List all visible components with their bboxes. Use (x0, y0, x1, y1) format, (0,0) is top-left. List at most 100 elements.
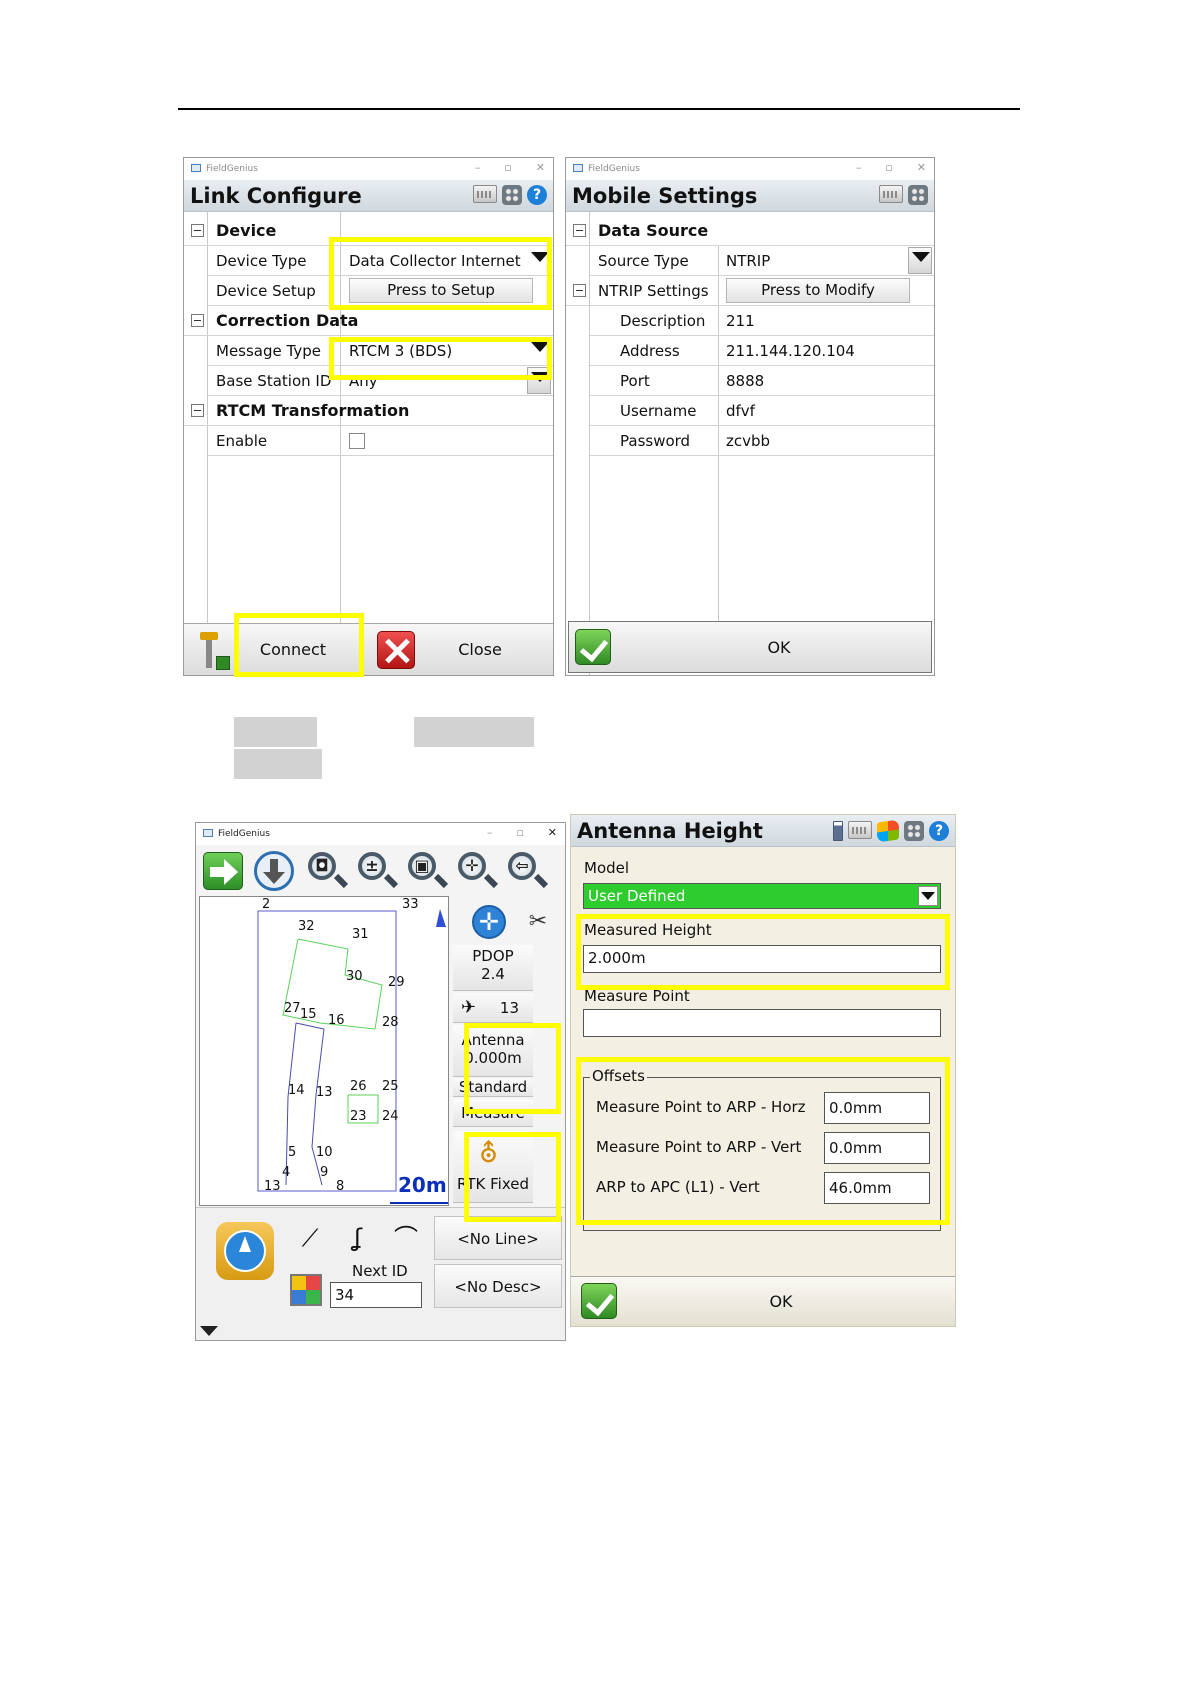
menu-triangle-icon[interactable] (200, 1326, 218, 1336)
exit-arrow-icon[interactable] (203, 852, 243, 890)
curve-tool-icon[interactable]: ʆ (336, 1218, 380, 1258)
section-rtcm[interactable]: RTCM Transformation (184, 396, 553, 426)
zoom-window-icon[interactable]: ▣ (404, 849, 450, 895)
press-to-modify-button[interactable]: Press to Modify (726, 278, 910, 303)
point-label[interactable]: 16 (328, 1013, 345, 1028)
username-value[interactable]: dfvf (726, 396, 755, 426)
maximize-icon[interactable]: ▫ (516, 826, 523, 839)
satellite-icon: ✈ (461, 997, 477, 1018)
app-icon (203, 829, 213, 837)
dropdown-arrow-icon[interactable] (921, 892, 935, 900)
close-button[interactable]: Close (420, 624, 540, 675)
point-label[interactable]: 2 (262, 897, 270, 912)
satellites-button[interactable]: ✈ 13 (453, 993, 533, 1023)
redacted-block (234, 749, 322, 779)
point-label[interactable]: 30 (346, 969, 363, 984)
point-label[interactable]: 9 (320, 1165, 328, 1180)
port-value[interactable]: 8888 (726, 366, 764, 396)
collapse-icon[interactable] (573, 284, 586, 297)
apps-grid-icon[interactable] (502, 185, 522, 205)
apps-grid-icon[interactable] (908, 185, 928, 205)
ok-button[interactable]: OK (631, 1277, 931, 1326)
zoom-in-out-icon[interactable]: ± (354, 849, 400, 895)
maximize-icon[interactable]: ▫ (885, 161, 892, 174)
point-label[interactable]: 29 (388, 975, 405, 990)
ok-button[interactable]: OK (629, 622, 929, 674)
point-label[interactable]: 23 (350, 1109, 367, 1124)
line-tool-icon[interactable]: ⟋ (288, 1218, 332, 1258)
point-label[interactable]: 13 (264, 1179, 281, 1194)
minimize-icon[interactable]: – (487, 826, 493, 839)
point-label[interactable]: 25 (382, 1079, 399, 1094)
app-icon (191, 164, 201, 172)
layers-icon[interactable] (290, 1274, 322, 1306)
gps-target-icon[interactable]: ✛ (472, 905, 506, 939)
section-correction[interactable]: Correction Data (184, 306, 553, 336)
ok-check-icon[interactable] (575, 629, 611, 665)
point-label[interactable]: 5 (288, 1145, 296, 1160)
enable-checkbox[interactable] (349, 433, 365, 449)
compass-icon[interactable] (216, 1222, 274, 1280)
help-icon[interactable]: ? (929, 821, 949, 841)
point-label[interactable]: 27 (284, 1001, 301, 1016)
window-app-name: FieldGenius (206, 164, 258, 174)
tools-icon[interactable]: ✂ (520, 905, 556, 941)
window-app-name: FieldGenius (588, 164, 640, 174)
collapse-icon[interactable] (191, 404, 204, 417)
pdop-button[interactable]: PDOP 2.4 (453, 945, 533, 991)
next-id-input[interactable]: 34 (330, 1282, 422, 1308)
measure-point-select[interactable] (583, 1009, 941, 1037)
point-label[interactable]: 13 (316, 1085, 333, 1100)
point-label[interactable]: 32 (298, 919, 315, 934)
point-label[interactable]: 33 (402, 897, 419, 912)
keyboard-icon[interactable] (879, 185, 903, 203)
window-titlebar: FieldGenius – ▫ ✕ (196, 823, 565, 845)
model-select[interactable]: User Defined (583, 883, 941, 909)
collapse-icon[interactable] (191, 314, 204, 327)
help-icon[interactable]: ? (527, 185, 547, 205)
next-id-label: Next ID (352, 1262, 408, 1280)
close-x-icon[interactable] (377, 631, 415, 669)
keyboard-icon[interactable] (848, 821, 872, 839)
password-value[interactable]: zcvbb (726, 426, 770, 456)
maximize-icon[interactable]: ▫ (504, 161, 511, 174)
address-value[interactable]: 211.144.120.104 (726, 336, 855, 366)
point-label[interactable]: 15 (300, 1007, 317, 1022)
point-label[interactable]: 10 (316, 1145, 333, 1160)
no-desc-button[interactable]: <No Desc> (434, 1264, 562, 1308)
close-icon[interactable]: ✕ (548, 826, 557, 839)
apps-grid-icon[interactable] (904, 821, 924, 841)
no-line-button[interactable]: <No Line> (434, 1216, 562, 1260)
close-icon[interactable]: ✕ (536, 161, 545, 174)
minimize-icon[interactable]: – (475, 161, 481, 174)
ok-check-icon[interactable] (581, 1283, 617, 1319)
point-label[interactable]: 31 (352, 927, 369, 942)
collapse-icon[interactable] (573, 224, 586, 237)
point-label[interactable]: 14 (288, 1083, 305, 1098)
collapse-icon[interactable] (191, 224, 204, 237)
redacted-block (234, 717, 317, 747)
point-label[interactable]: 4 (282, 1165, 290, 1180)
section-data-source[interactable]: Data Source (566, 216, 934, 246)
download-arrow-icon[interactable] (254, 851, 294, 891)
keyboard-icon[interactable] (473, 185, 497, 203)
source-type-select[interactable]: NTRIP (726, 246, 770, 276)
description-value[interactable]: 211 (726, 306, 755, 336)
arc-tool-icon[interactable]: ⌒ (384, 1218, 428, 1258)
top-rule (178, 108, 1020, 110)
map-canvas[interactable]: 2 33 32 31 30 29 27 15 16 28 14 13 26 25… (199, 896, 449, 1206)
dropdown-arrow-icon[interactable] (912, 252, 930, 262)
zoom-extents-icon[interactable]: ◘ (304, 849, 350, 895)
app-icon (573, 164, 583, 172)
address-row: Address 211.144.120.104 (590, 336, 934, 366)
zoom-previous-icon[interactable]: ⇦ (504, 849, 550, 895)
page-title: Antenna Height ? (571, 815, 955, 847)
point-label[interactable]: 26 (350, 1079, 367, 1094)
pan-icon[interactable]: ✛ (454, 849, 500, 895)
point-label[interactable]: 28 (382, 1015, 399, 1030)
point-label[interactable]: 8 (336, 1179, 344, 1194)
windows-flag-icon[interactable] (877, 819, 899, 843)
close-icon[interactable]: ✕ (917, 161, 926, 174)
minimize-icon[interactable]: – (856, 161, 862, 174)
point-label[interactable]: 24 (382, 1109, 399, 1124)
